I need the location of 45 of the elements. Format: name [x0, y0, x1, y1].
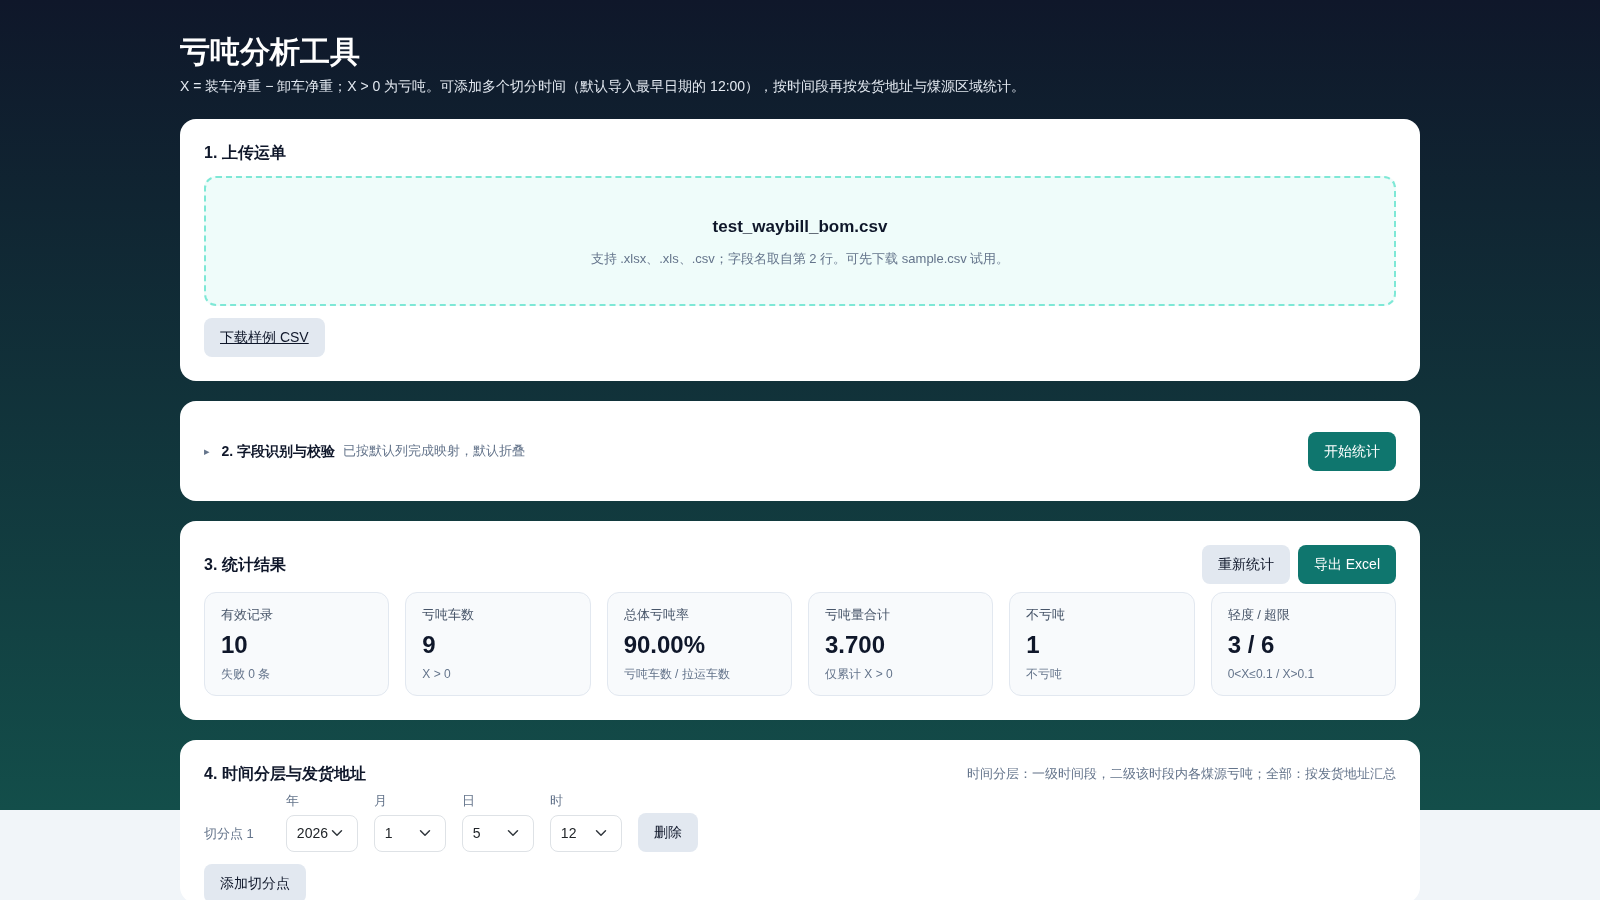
- start-button[interactable]: 开始统计: [1308, 431, 1396, 471]
- export-button[interactable]: 导出 Excel: [1297, 545, 1396, 585]
- stat-label: 不亏吨: [1026, 606, 1067, 625]
- stat-label: 亏吨量合计: [825, 606, 891, 625]
- field-label: 日: [461, 792, 476, 811]
- download-button[interactable]: 下载样例 CSV: [204, 318, 325, 358]
- date-select[interactable]: 5: [461, 814, 534, 852]
- stat-note: 仅累计 X > 0: [825, 665, 894, 683]
- add-cut-point-button[interactable]: 添加切分点: [204, 863, 306, 900]
- stat-value: 3 / 6: [1227, 629, 1276, 660]
- section-note: 已按默认列完成映射，默认折叠: [343, 442, 526, 461]
- stat-note: 失败 0 条: [221, 665, 272, 683]
- stat-note: X > 0: [422, 665, 452, 683]
- stat-label: 轻度 / 超限: [1227, 606, 1292, 625]
- section-title: 2. 字段识别与校验: [221, 441, 336, 461]
- section-note: 时间分层：一级时间段，二级该时段内各煤源亏吨；全部：按发货地址汇总: [967, 764, 1396, 783]
- stat-value: 90.00%: [623, 629, 707, 660]
- stat-note: 不亏吨: [1026, 665, 1064, 683]
- file-name: test_waybill_bom.csv: [712, 215, 888, 238]
- stat-value: 10: [221, 629, 249, 660]
- drop-zone-hint: 支持 .xlsx、.xls、.csv；字段名取自第 2 行。可先下载 sample.csv 试用。: [590, 250, 1010, 269]
- stat-label: 亏吨车数: [422, 606, 476, 625]
- drop-zone[interactable]: test_waybill_bom.csv 支持 .xlsx、.xls、.csv；字段名取自第 2 行。可先下载 sample.csv 试用。: [204, 176, 1396, 307]
- page-subtitle: X = 装车净重 − 卸车净重；X > 0 为亏吨。可添加多个切分时间（默认导入最早日期的 12:00），按时间段再按发货地址与煤源区域统计。: [180, 77, 1027, 96]
- stat-value: 9: [422, 629, 437, 660]
- stat-value: 1: [1026, 629, 1041, 660]
- delete-button[interactable]: 删除: [637, 812, 698, 852]
- stat-label: 有效记录: [221, 606, 274, 625]
- cut-point-label: 切分点 1: [204, 825, 254, 844]
- stat-label: 总体亏吨率: [623, 606, 690, 625]
- field-label: 时: [549, 792, 564, 811]
- date-select[interactable]: 2026: [285, 814, 358, 852]
- field-label: 年: [285, 792, 300, 811]
- expand-toggle[interactable]: ▸: [204, 442, 210, 460]
- page-title: 亏吨分析工具: [180, 34, 361, 70]
- section-title: 4. 时间分层与发货地址: [204, 763, 367, 784]
- recalculate-button[interactable]: 重新统计: [1201, 545, 1290, 585]
- field-label: 月: [373, 792, 388, 811]
- section-title: 1. 上传运单: [204, 143, 287, 163]
- section-title: 3. 统计结果: [204, 555, 287, 575]
- stat-note: 亏吨车数 / 拉运车数: [623, 665, 731, 683]
- date-select[interactable]: 1: [373, 814, 446, 852]
- stat-note: 0<X≤0.1 / X>0.1: [1227, 665, 1316, 683]
- stat-value: 3.700: [825, 629, 887, 660]
- date-select[interactable]: 12: [549, 814, 622, 852]
